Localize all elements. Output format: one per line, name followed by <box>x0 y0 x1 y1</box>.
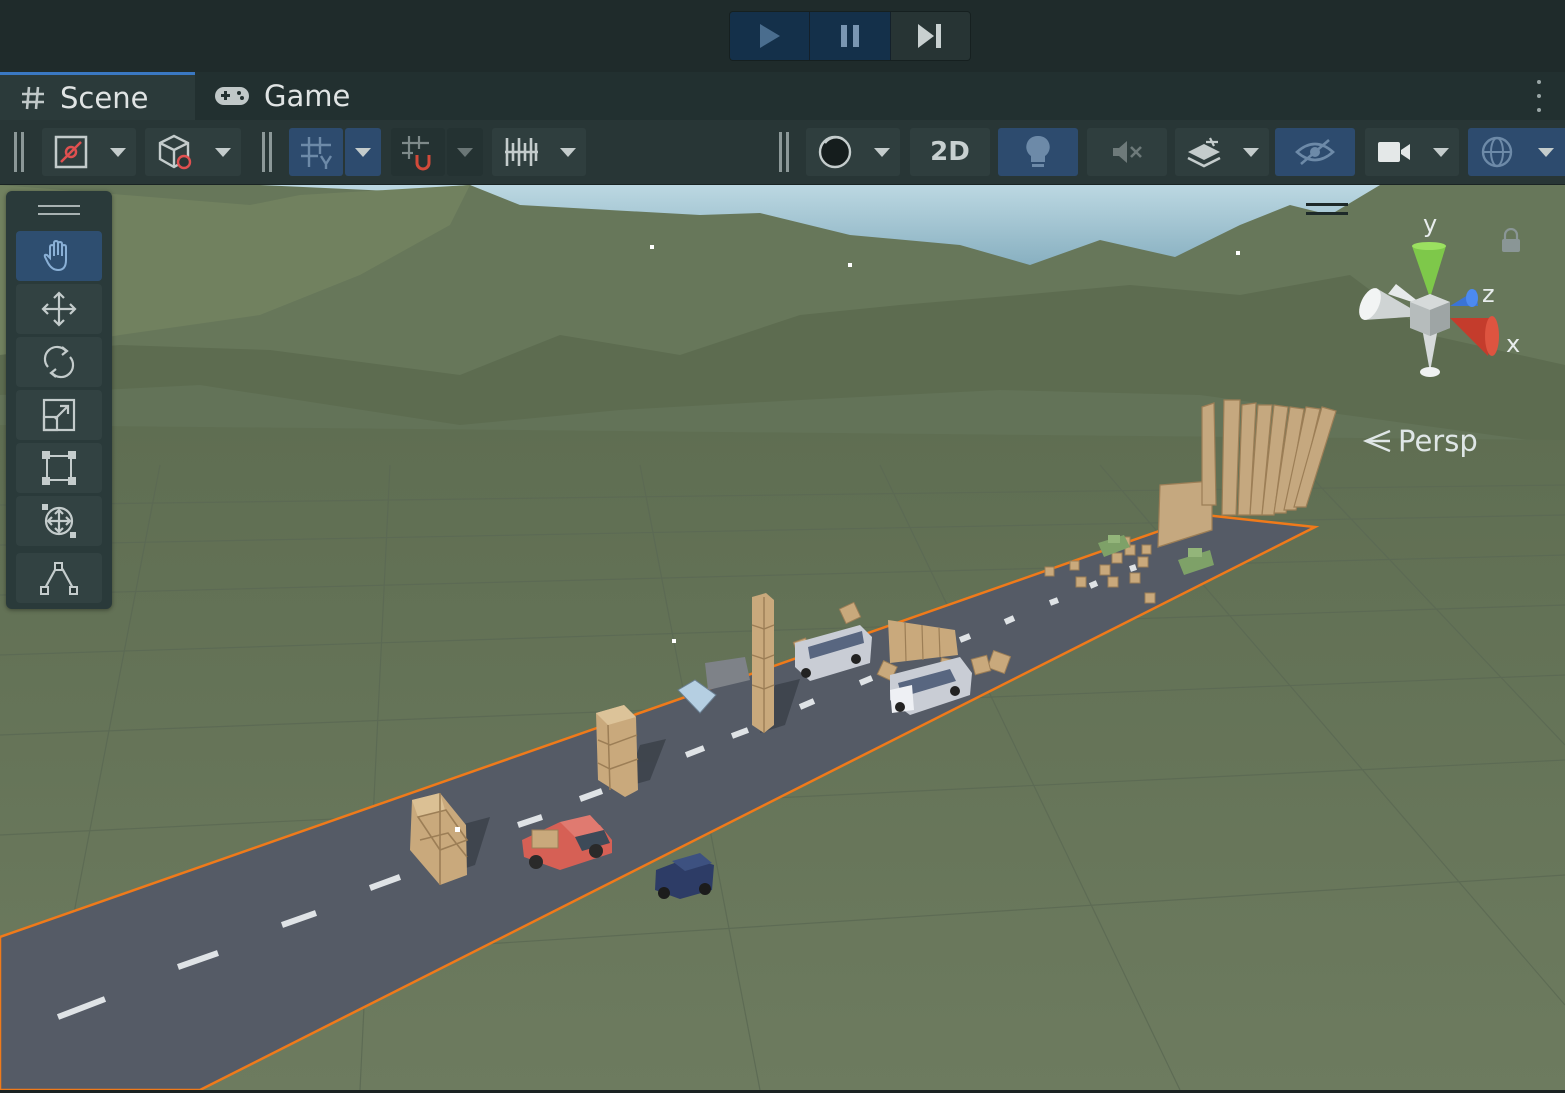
draw-mode-icon <box>54 135 87 169</box>
tab-scene-label: Scene <box>60 80 149 115</box>
grid-snap-icon <box>301 137 333 169</box>
2d-mode-toggle[interactable]: 2D <box>910 128 990 176</box>
tab-menu-button[interactable] <box>1535 80 1543 112</box>
render-mode-dropdown[interactable] <box>145 128 241 176</box>
scene-render <box>0 185 1565 1090</box>
editor-tab-row: Scene Game <box>0 72 1565 120</box>
toolbar-grip[interactable] <box>779 132 789 172</box>
tab-game[interactable]: Game <box>214 72 350 120</box>
scene-toolbar: 2D <box>0 120 1565 185</box>
tools-overlay-handle[interactable] <box>38 205 80 215</box>
play-controls <box>729 11 971 61</box>
shaded-sphere-icon <box>818 135 851 169</box>
gizmo-z-label: z <box>1482 280 1495 308</box>
chevron-down-icon <box>457 147 473 157</box>
chevron-down-icon <box>109 147 126 157</box>
scene-viewport[interactable] <box>0 185 1565 1090</box>
gizmo-x-label: x <box>1506 330 1520 358</box>
shading-mode-dropdown[interactable] <box>806 128 900 176</box>
gizmo-y-label: y <box>1423 210 1437 238</box>
scene-visibility-toggle[interactable] <box>1275 128 1355 176</box>
chevron-down-icon <box>1537 147 1554 157</box>
chevron-down-icon <box>559 147 576 157</box>
pause-button[interactable] <box>810 12 891 60</box>
play-toolbar <box>0 0 1565 72</box>
pause-icon <box>840 25 859 47</box>
gizmo-globe-icon <box>1482 136 1513 168</box>
orientation-gizmo[interactable]: y z x <box>1350 210 1530 394</box>
transform-tool-button[interactable] <box>16 496 102 546</box>
layers-effects-icon <box>1186 137 1221 168</box>
lighting-toggle[interactable] <box>998 128 1078 176</box>
chevron-down-icon <box>214 147 231 157</box>
chevron-down-icon <box>1242 147 1259 157</box>
gamepad-icon <box>214 85 250 107</box>
snap-magnet-icon <box>402 136 431 171</box>
move-tool-button[interactable] <box>16 284 102 334</box>
gizmos-dropdown[interactable] <box>1468 128 1565 176</box>
scale-icon <box>42 398 76 432</box>
grid-snap-toggle[interactable] <box>289 128 343 176</box>
gizmo-y-cone[interactable] <box>1412 246 1446 298</box>
grid-snap-dropdown[interactable] <box>345 128 381 176</box>
tab-scene[interactable]: Scene <box>0 72 195 120</box>
transform-icon <box>42 504 76 538</box>
chevron-down-icon <box>355 147 371 157</box>
perspective-icon <box>1362 427 1392 455</box>
custom-tool-icon <box>40 562 78 595</box>
tools-overlay <box>6 191 112 609</box>
audio-toggle[interactable] <box>1087 128 1167 176</box>
tab-game-label: Game <box>264 79 351 113</box>
chevron-down-icon <box>1432 147 1449 157</box>
2d-mode-label: 2D <box>930 137 970 167</box>
camera-dropdown[interactable] <box>1365 128 1459 176</box>
draw-mode-dropdown[interactable] <box>42 128 136 176</box>
crate-tower-2 <box>751 593 775 733</box>
lightbulb-icon <box>1026 135 1050 167</box>
scale-tool-button[interactable] <box>16 390 102 440</box>
camera-icon <box>1377 142 1410 162</box>
snap-dropdown[interactable] <box>447 128 483 176</box>
projection-label: Persp <box>1398 424 1478 458</box>
custom-tool-button[interactable] <box>16 553 102 603</box>
chevron-down-icon <box>873 147 890 157</box>
grid-hash-icon <box>20 85 46 111</box>
hand-icon <box>43 239 67 272</box>
step-icon <box>918 24 942 48</box>
orientation-overlay-handle[interactable] <box>1306 203 1348 215</box>
move-icon <box>41 291 77 327</box>
rotate-tool-button[interactable] <box>16 337 102 387</box>
rect-transform-icon <box>42 451 76 485</box>
cube-icon <box>158 134 191 170</box>
rotate-icon <box>43 345 75 379</box>
play-button[interactable] <box>730 12 811 60</box>
hand-tool-button[interactable] <box>16 231 102 281</box>
audio-muted-icon <box>1113 141 1142 163</box>
toolbar-grip[interactable] <box>262 132 272 172</box>
increment-snap-icon <box>504 138 538 166</box>
step-button[interactable] <box>890 12 970 60</box>
increment-snap-dropdown[interactable] <box>492 128 586 176</box>
projection-toggle[interactable]: Persp <box>1362 420 1478 462</box>
snap-toggle[interactable] <box>391 128 445 176</box>
effects-dropdown[interactable] <box>1175 128 1269 176</box>
play-icon <box>759 24 780 48</box>
rect-tool-button[interactable] <box>16 443 102 493</box>
toolbar-grip[interactable] <box>14 132 24 172</box>
eye-slash-icon <box>1295 139 1335 165</box>
